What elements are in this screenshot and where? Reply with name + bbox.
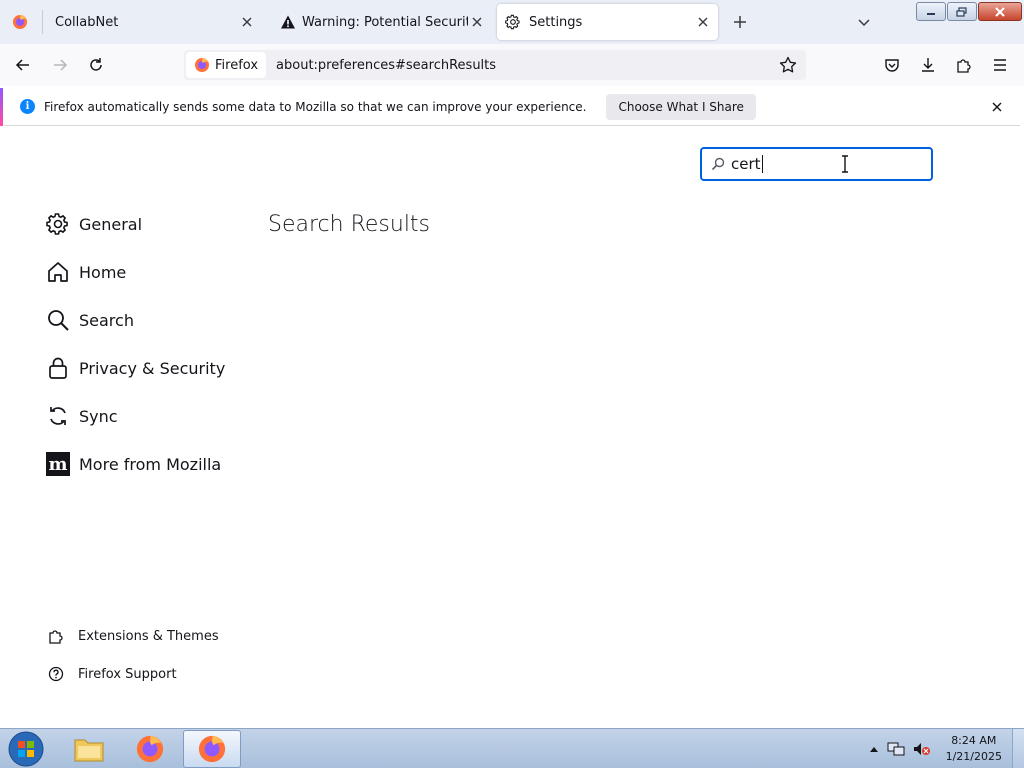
category-label: Home — [79, 262, 127, 282]
svg-text:m: m — [48, 454, 67, 475]
pocket-icon — [884, 57, 900, 73]
window-close-button[interactable] — [978, 2, 1022, 21]
list-all-tabs-button[interactable] — [852, 10, 876, 34]
forward-button[interactable] — [47, 52, 73, 78]
close-tab-icon[interactable] — [238, 13, 256, 31]
bookmark-star-button[interactable] — [776, 53, 800, 77]
pocket-button[interactable] — [879, 52, 905, 78]
restore-button[interactable] — [947, 2, 977, 21]
system-tray: 8:24 AM 1/21/2025 — [868, 729, 1024, 768]
arrow-right-icon — [52, 57, 68, 73]
notification-text: Firefox automatically sends some data to… — [44, 99, 587, 114]
category-label: More from Mozilla — [79, 454, 222, 474]
minimize-icon — [926, 8, 936, 16]
restore-icon — [956, 6, 968, 17]
firefox-support-link[interactable]: Firefox Support — [48, 662, 177, 686]
show-desktop-button[interactable] — [1012, 729, 1024, 768]
close-icon — [994, 6, 1006, 17]
start-button[interactable] — [6, 731, 46, 767]
search-icon — [710, 156, 726, 172]
search-input-value: cert — [731, 155, 761, 173]
category-more-from-mozilla[interactable]: m More from Mozilla — [46, 448, 221, 480]
tab-label: Settings — [529, 14, 583, 30]
category-home[interactable]: Home — [46, 256, 126, 288]
plus-icon — [733, 15, 747, 29]
help-icon — [48, 666, 64, 682]
folder-icon — [73, 735, 105, 763]
footer-link-label: Firefox Support — [78, 666, 177, 682]
new-tab-button[interactable] — [728, 10, 752, 34]
choose-what-i-share-button[interactable]: Choose What I Share — [606, 93, 756, 120]
category-label: Sync — [79, 406, 118, 426]
category-label: General — [79, 214, 143, 234]
url-text[interactable]: about:preferences#searchResults — [276, 58, 496, 73]
sync-icon — [46, 404, 70, 428]
arrow-left-icon — [15, 57, 31, 73]
tab-label: CollabNet — [55, 14, 119, 30]
close-notification-icon[interactable] — [988, 98, 1006, 116]
extensions-themes-link[interactable]: Extensions & Themes — [48, 624, 219, 648]
tab-label: Warning: Potential Security Risk — [302, 14, 468, 30]
category-sync[interactable]: Sync — [46, 400, 118, 432]
taskbar-explorer[interactable] — [60, 730, 118, 768]
tab-security-warning[interactable]: Warning: Potential Security Risk — [272, 4, 492, 40]
firefox-icon — [194, 57, 210, 73]
hamburger-menu-icon — [992, 57, 1008, 73]
firefox-icon — [197, 734, 227, 764]
chevron-down-icon — [857, 15, 871, 29]
downloads-button[interactable] — [915, 52, 941, 78]
warning-icon — [280, 14, 296, 30]
category-privacy-security[interactable]: Privacy & Security — [46, 352, 225, 384]
home-icon — [46, 260, 70, 284]
close-tab-icon[interactable] — [694, 13, 712, 31]
puzzle-icon — [48, 628, 64, 644]
network-icon[interactable] — [886, 739, 906, 759]
clock-date: 1/21/2025 — [945, 750, 1002, 763]
text-caret — [761, 155, 763, 173]
data-collection-notification: i Firefox automatically sends some data … — [0, 88, 1020, 126]
reload-button[interactable] — [83, 52, 109, 78]
mozilla-icon: m — [46, 452, 70, 476]
gear-icon — [46, 212, 70, 236]
app-menu-button[interactable] — [987, 52, 1013, 78]
identity-box[interactable]: Firefox — [186, 52, 267, 78]
category-label: Privacy & Security — [79, 358, 226, 378]
firefox-icon — [135, 734, 165, 764]
navigation-toolbar: Firefox about:preferences#searchResults — [0, 44, 1024, 86]
windows-taskbar: 8:24 AM 1/21/2025 — [0, 728, 1024, 768]
back-button[interactable] — [10, 52, 36, 78]
info-icon: i — [20, 99, 35, 114]
lock-icon — [46, 356, 70, 380]
windows-logo-icon — [8, 731, 44, 767]
footer-link-label: Extensions & Themes — [78, 628, 219, 644]
taskbar-firefox[interactable] — [121, 730, 179, 768]
category-general[interactable]: General — [46, 208, 142, 240]
ibeam-cursor-icon — [840, 155, 850, 173]
tab-separator — [42, 10, 43, 34]
minimize-button[interactable] — [916, 2, 946, 21]
window-controls — [915, 0, 1024, 22]
volume-muted-icon[interactable] — [912, 739, 932, 759]
settings-search-input[interactable]: cert — [700, 147, 933, 181]
gear-icon — [505, 14, 521, 30]
extensions-button[interactable] — [951, 52, 977, 78]
taskbar-firefox-active[interactable] — [183, 730, 241, 768]
identity-label: Firefox — [215, 57, 259, 73]
clock[interactable]: 8:24 AM 1/21/2025 — [946, 733, 1002, 765]
star-icon — [779, 56, 797, 74]
download-icon — [920, 57, 936, 73]
puzzle-icon — [956, 57, 972, 73]
close-tab-icon[interactable] — [468, 13, 486, 31]
tab-settings[interactable]: Settings — [497, 4, 718, 40]
search-icon — [46, 308, 70, 332]
search-results-title: Search Results — [268, 212, 431, 237]
reload-icon — [88, 57, 104, 73]
show-hidden-icons-icon[interactable] — [868, 739, 880, 759]
tab-strip: CollabNet Warning: Potential Security Ri… — [0, 0, 1024, 44]
firefox-icon — [12, 14, 28, 30]
category-label: Search — [79, 310, 134, 330]
category-search[interactable]: Search — [46, 304, 134, 336]
url-bar[interactable]: Firefox about:preferences#searchResults — [184, 50, 806, 80]
clock-time: 8:24 AM — [951, 734, 997, 747]
